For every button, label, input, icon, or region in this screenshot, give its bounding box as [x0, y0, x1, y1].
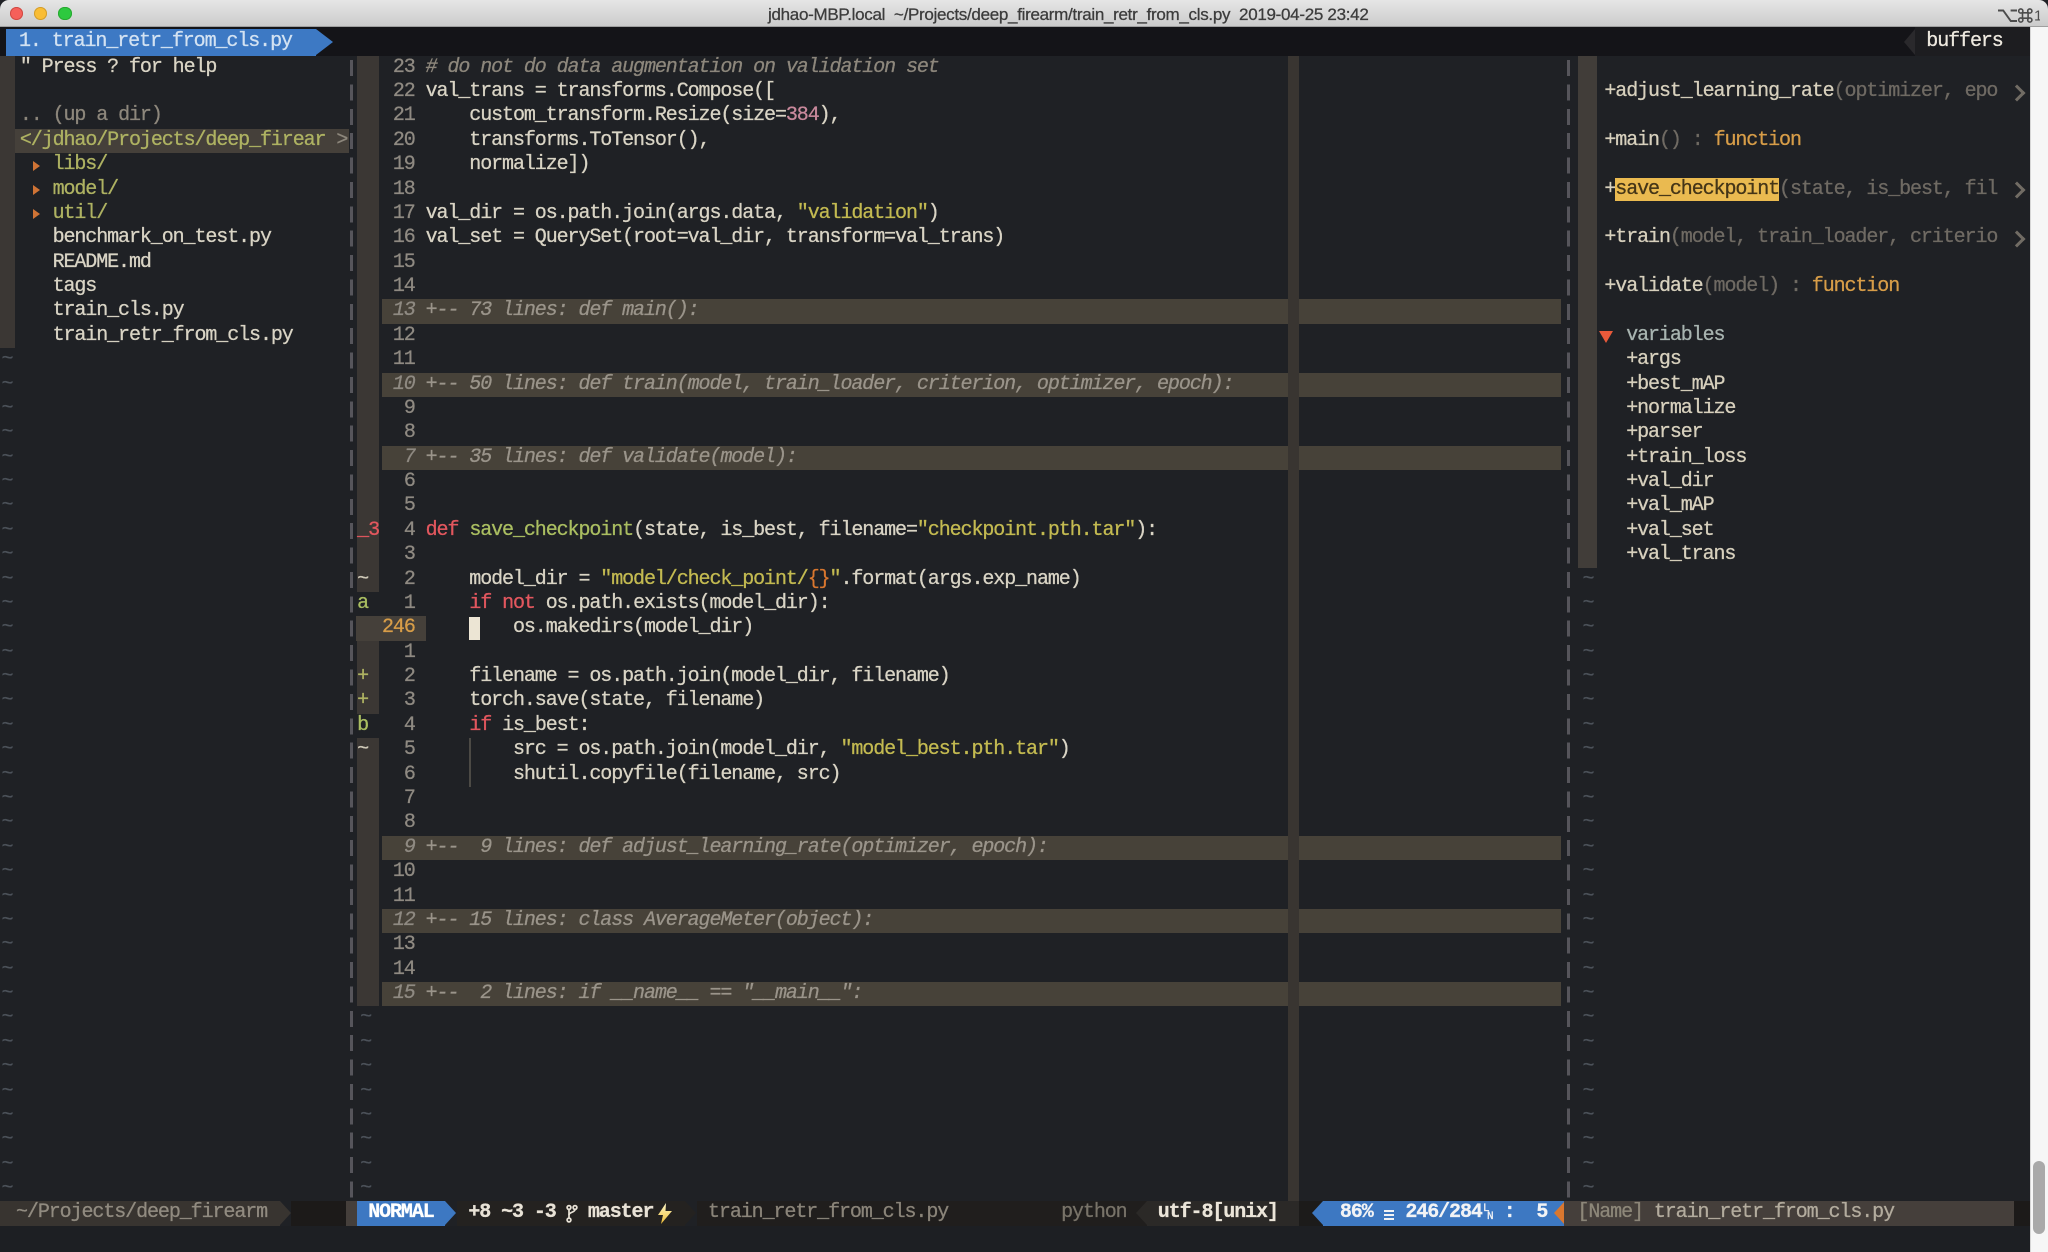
svg-text:1: 1	[2034, 8, 2040, 25]
